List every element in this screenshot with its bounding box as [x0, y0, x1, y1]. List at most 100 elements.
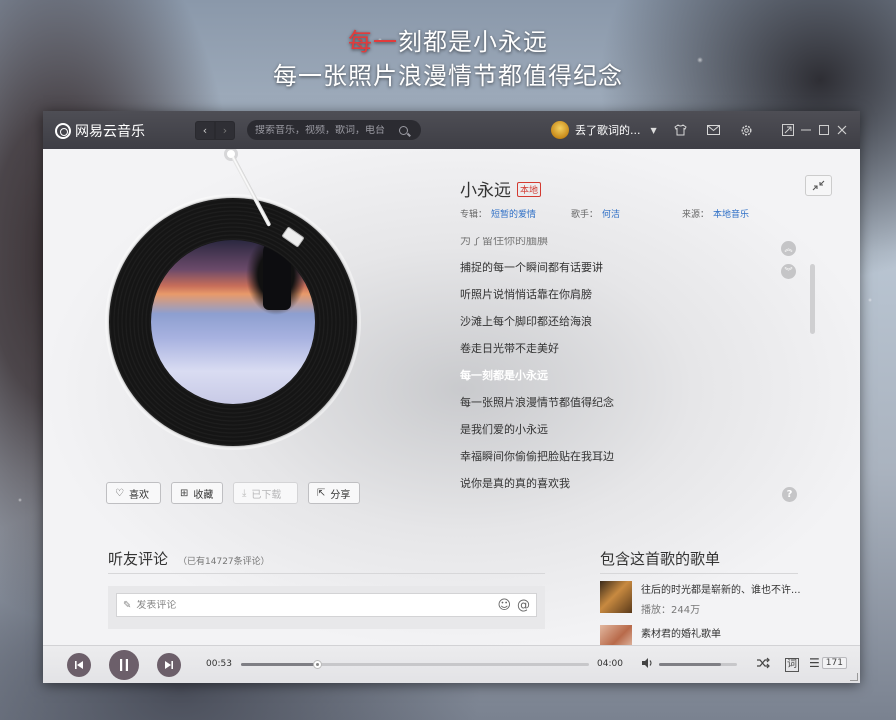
- volume-slider[interactable]: [659, 663, 737, 666]
- playlist-thumbnail[interactable]: [600, 625, 632, 645]
- share-button[interactable]: ⇱ 分享: [308, 482, 360, 504]
- heart-icon: ♡: [115, 487, 124, 499]
- nav-arrows: ‹ ›: [195, 121, 235, 140]
- netease-logo-icon: [55, 123, 71, 139]
- gear-icon[interactable]: [739, 123, 753, 137]
- pause-button[interactable]: [109, 650, 139, 680]
- comment-field[interactable]: ✎ ☺ @: [116, 593, 537, 617]
- cover-figure: [263, 240, 291, 310]
- total-time: 04:00: [597, 659, 623, 669]
- next-button[interactable]: [157, 653, 181, 677]
- playlist-name[interactable]: 往后的时光都是崭新的、谁也不许...: [641, 581, 801, 596]
- lyrics-toggle-button[interactable]: 词: [785, 656, 799, 672]
- like-button[interactable]: ♡ 喜欢: [106, 482, 161, 504]
- search-box[interactable]: [247, 120, 421, 140]
- playlist-item[interactable]: 素材君的婚礼歌单: [600, 625, 721, 645]
- lyrics-panel[interactable]: 为了留住你的腼腆 捕捉的每一个瞬间都有话要讲 听照片说悄悄话靠在你肩膀 沙滩上每…: [460, 237, 780, 497]
- song-title-row: 小永远 本地: [460, 176, 542, 201]
- song-detail-panel: 小永远 本地 专辑： 短暂的爱情 歌手： 何洁 来源： 本地音乐 为了留住你的腼腆 捕捉…: [43, 149, 860, 645]
- help-icon[interactable]: ?: [782, 487, 797, 502]
- lyrics-toggle-label: 词: [785, 658, 799, 672]
- lyrics-scroll-up-icon[interactable]: ︽: [781, 241, 796, 256]
- resize-grip[interactable]: [850, 673, 858, 681]
- playlist-thumbnail[interactable]: [600, 581, 632, 613]
- collect-button[interactable]: ⊞ 收藏: [171, 482, 223, 504]
- playlist-plays: 播放：244万: [641, 605, 701, 616]
- app-logo[interactable]: 网易云音乐: [55, 121, 145, 141]
- comment-compose: ✎ ☺ @: [108, 586, 545, 629]
- back-button[interactable]: ‹: [195, 121, 215, 140]
- forward-button[interactable]: ›: [215, 121, 235, 140]
- music-player-window: 网易云音乐 ‹ › 丢了歌词的... ▼: [43, 111, 860, 683]
- skin-icon[interactable]: [673, 123, 687, 137]
- progress-bar[interactable]: [241, 660, 589, 669]
- emoji-icon[interactable]: ☺: [497, 598, 511, 613]
- artist-info: 歌手： 何洁: [571, 207, 620, 220]
- progress-fill: [241, 663, 318, 666]
- mini-mode-icon[interactable]: [781, 123, 795, 137]
- close-icon[interactable]: [835, 123, 849, 137]
- playlist-count: 171: [821, 657, 847, 669]
- lyric-line: 沙滩上每个脚印都还给海浪: [460, 315, 592, 328]
- desktop-lyric-rest: 刻都是小永远: [398, 28, 548, 56]
- album-label: 专辑：: [460, 210, 488, 220]
- artist-link[interactable]: 何洁: [602, 210, 620, 220]
- avatar[interactable]: [551, 121, 569, 139]
- desktop-lyric-highlight: 每一: [348, 28, 398, 56]
- download-label: 已下载: [251, 489, 282, 501]
- playlist-button[interactable]: ☰ 171: [809, 656, 847, 670]
- playlist-item[interactable]: 往后的时光都是崭新的、谁也不许... 播放：244万: [600, 581, 801, 616]
- app-name: 网易云音乐: [75, 124, 145, 140]
- album-info: 专辑： 短暂的爱情: [460, 207, 536, 220]
- playlist-name[interactable]: 素材君的婚礼歌单: [641, 625, 721, 640]
- previous-button[interactable]: [67, 653, 91, 677]
- skip-next-icon: [165, 661, 173, 669]
- progress-knob[interactable]: [312, 660, 322, 669]
- album-link[interactable]: 短暂的爱情: [491, 210, 536, 220]
- pen-icon: ✎: [123, 599, 132, 611]
- lyric-line: 是我们爱的小永远: [460, 423, 548, 436]
- search-input[interactable]: [255, 124, 395, 136]
- comments-count: （已有14727条评论）: [178, 557, 270, 567]
- user-name[interactable]: 丢了歌词的...: [575, 122, 641, 138]
- folder-add-icon: ⊞: [180, 487, 189, 499]
- lyrics-scrollbar[interactable]: [810, 264, 815, 334]
- source-info: 来源： 本地音乐: [682, 207, 749, 220]
- volume-icon[interactable]: [641, 657, 654, 672]
- download-button[interactable]: ⤓ 已下载: [233, 482, 298, 504]
- collect-label: 收藏: [193, 489, 214, 501]
- lyric-line: 说你是真的真的喜欢我: [460, 477, 570, 490]
- user-menu[interactable]: 丢了歌词的... ▼: [551, 121, 657, 139]
- source-label: 来源：: [682, 210, 710, 220]
- album-cover: [151, 240, 315, 404]
- lyric-line-active: 每一刻都是小永远: [460, 369, 548, 382]
- song-actions: ♡ 喜欢 ⊞ 收藏 ⤓ 已下载 ⇱ 分享: [106, 482, 360, 504]
- pause-icon: [120, 659, 128, 671]
- source-link[interactable]: 本地音乐: [713, 210, 749, 220]
- minimize-icon[interactable]: [799, 123, 813, 137]
- comment-input[interactable]: [136, 599, 492, 611]
- share-icon: ⇱: [317, 487, 326, 499]
- lyric-line: 捕捉的每一个瞬间都有话要讲: [460, 261, 603, 274]
- playlists-divider: [600, 573, 798, 574]
- download-icon: ⤓: [242, 487, 247, 499]
- titlebar: 网易云音乐 ‹ › 丢了歌词的... ▼: [43, 111, 860, 149]
- local-badge: 本地: [517, 181, 542, 197]
- at-icon[interactable]: @: [517, 598, 530, 613]
- lyric-line: 听照片说悄悄话靠在你肩膀: [460, 288, 592, 301]
- playlists-title: 包含这首歌的歌单: [600, 550, 721, 568]
- lyric-line: 幸福瞬间你偷偷把脸贴在我耳边: [460, 450, 614, 463]
- chevron-down-icon[interactable]: ▼: [651, 126, 657, 135]
- shuffle-icon[interactable]: [756, 657, 770, 672]
- mail-icon[interactable]: [706, 123, 720, 137]
- search-icon[interactable]: [399, 125, 408, 135]
- maximize-icon[interactable]: [817, 123, 831, 137]
- collapse-button[interactable]: [805, 175, 832, 196]
- player-bar: 00:53 04:00 词 ☰ 171: [43, 645, 860, 683]
- comments-heading: 听友评论 （已有14727条评论）: [108, 548, 270, 569]
- desktop-lyric-line-1[interactable]: 每一刻都是小永远: [0, 22, 896, 57]
- lyrics-scroll-down-icon[interactable]: ︾: [781, 264, 796, 279]
- volume-fill: [659, 663, 722, 666]
- desktop-lyric-line-2[interactable]: 每一张照片浪漫情节都值得纪念: [0, 56, 896, 91]
- skip-previous-icon: [75, 661, 83, 669]
